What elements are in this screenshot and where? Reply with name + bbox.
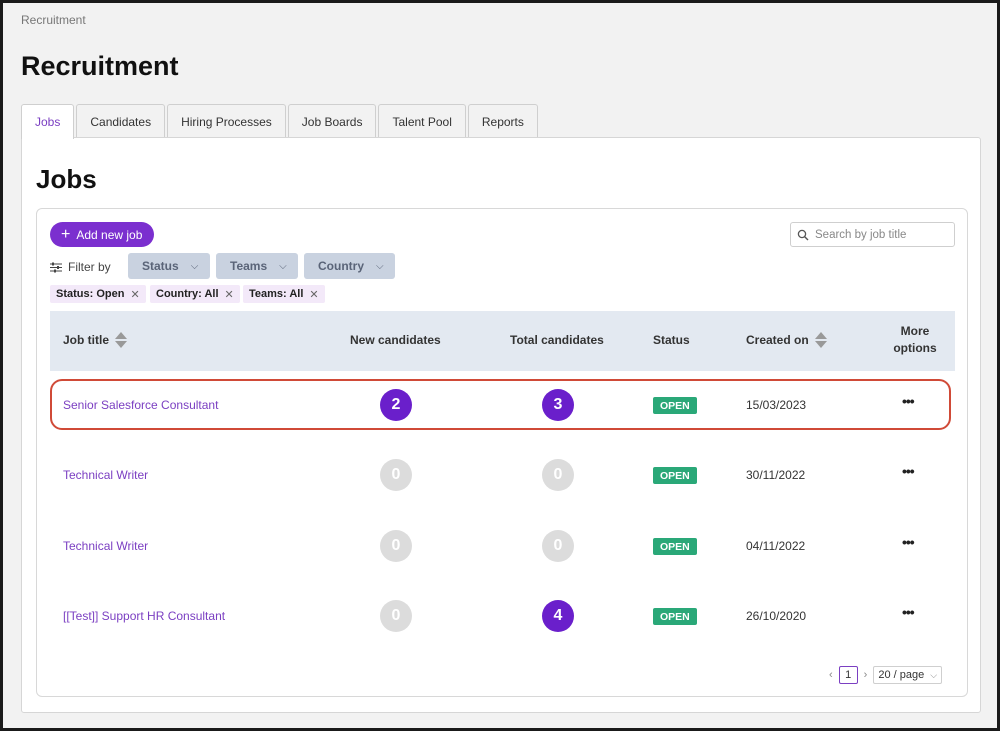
filter-chip-country: Country: All ✕	[150, 285, 240, 303]
th-status: Status	[653, 333, 690, 347]
chevron-down-icon: ⌵	[190, 260, 199, 272]
country-dropdown-label: Country	[318, 259, 364, 273]
status-badge: OPEN	[653, 397, 697, 414]
chevron-down-icon: ⌵	[930, 669, 938, 680]
job-title-link[interactable]: [[Test]] Support HR Consultant	[63, 609, 225, 623]
tab-reports[interactable]: Reports	[467, 104, 538, 138]
new-candidates-count[interactable]: 2	[380, 389, 412, 421]
page-size-select[interactable]: 20 / page ⌵	[873, 666, 943, 684]
tab-bar: Jobs Candidates Hiring Processes Job Boa…	[21, 104, 540, 139]
th-created-on[interactable]: Created on	[746, 332, 827, 348]
chip-label: Status: Open	[56, 288, 125, 300]
th-more-label: More	[900, 324, 930, 338]
more-options-icon[interactable]: •••	[902, 463, 915, 479]
more-options-icon[interactable]: •••	[902, 604, 915, 620]
sort-icon[interactable]	[115, 332, 128, 348]
status-dropdown-label: Status	[142, 259, 179, 273]
close-icon[interactable]: ✕	[130, 288, 139, 301]
tab-talent-pool[interactable]: Talent Pool	[378, 104, 466, 138]
teams-dropdown[interactable]: Teams ⌵	[216, 253, 298, 279]
status-badge: OPEN	[653, 467, 697, 484]
total-candidates-count[interactable]: 4	[542, 600, 574, 632]
chevron-right-icon[interactable]: ›	[864, 669, 868, 681]
chip-label: Teams: All	[249, 288, 304, 300]
close-icon[interactable]: ✕	[225, 288, 234, 301]
status-badge: OPEN	[653, 608, 697, 625]
app-window: Recruitment Recruitment Jobs Candidates …	[3, 3, 997, 728]
tab-job-boards[interactable]: Job Boards	[287, 104, 377, 138]
job-title-link[interactable]: Technical Writer	[63, 539, 148, 553]
page-title: Recruitment	[21, 51, 179, 81]
th-job-title-label: Job title	[63, 333, 110, 347]
total-candidates-count: 0	[542, 459, 574, 491]
th-created-on-label: Created on	[746, 333, 809, 347]
filter-by: Filter by	[50, 260, 111, 274]
filter-chip-status: Status: Open ✕	[50, 285, 146, 303]
tab-candidates[interactable]: Candidates	[76, 104, 166, 138]
status-dropdown[interactable]: Status ⌵	[128, 253, 210, 279]
chevron-left-icon[interactable]: ‹	[829, 669, 833, 681]
th-more-options: More options	[885, 324, 945, 355]
table-row: Senior Salesforce Consultant 2 3 OPEN 15…	[50, 380, 955, 430]
th-total-candidates: Total candidates	[510, 333, 604, 347]
close-icon[interactable]: ✕	[309, 288, 318, 301]
country-dropdown[interactable]: Country ⌵	[304, 253, 395, 279]
job-title-link[interactable]: Technical Writer	[63, 468, 148, 482]
total-candidates-count: 0	[542, 530, 574, 562]
teams-dropdown-label: Teams	[230, 259, 268, 273]
more-options-icon[interactable]: •••	[902, 534, 915, 550]
created-on: 15/03/2023	[746, 398, 807, 412]
plus-icon: +	[61, 225, 71, 243]
search-icon	[797, 229, 809, 240]
filter-chip-teams: Teams: All ✕	[243, 285, 325, 303]
th-new-candidates: New candidates	[350, 333, 441, 347]
table-header: Job title New candidates Total candidate…	[50, 311, 955, 371]
table-row: Technical Writer 0 0 OPEN 30/11/2022 •••	[50, 450, 955, 500]
sort-icon[interactable]	[814, 332, 827, 348]
section-title: Jobs	[36, 164, 97, 194]
sliders-icon	[50, 262, 62, 272]
search-input[interactable]	[815, 228, 945, 241]
filter-by-label: Filter by	[68, 260, 111, 274]
jobs-panel: Jobs + Add new job Search by job title F…	[21, 137, 981, 713]
page-size-label: 20 / page	[878, 669, 925, 681]
table-row: Technical Writer 0 0 OPEN 04/11/2022 •••	[50, 521, 955, 571]
created-on: 30/11/2022	[746, 468, 806, 482]
search-box[interactable]	[790, 222, 955, 247]
breadcrumb[interactable]: Recruitment	[21, 13, 86, 27]
new-candidates-count: 0	[380, 459, 412, 491]
total-candidates-count[interactable]: 3	[542, 389, 574, 421]
job-title-link[interactable]: Senior Salesforce Consultant	[63, 398, 218, 412]
new-candidates-count: 0	[380, 530, 412, 562]
created-on: 26/10/2020	[746, 609, 807, 623]
add-new-job-button[interactable]: + Add new job	[50, 222, 155, 247]
jobs-card: + Add new job Filter	[36, 208, 968, 697]
tab-hiring-processes[interactable]: Hiring Processes	[167, 104, 286, 138]
more-options-icon[interactable]: •••	[902, 393, 915, 409]
table-row: [[Test]] Support HR Consultant 0 4 OPEN …	[50, 591, 955, 641]
pagination: ‹ 1 › 20 / page ⌵	[829, 666, 943, 684]
created-on: 04/11/2022	[746, 539, 806, 553]
th-options-label: options	[893, 341, 937, 355]
page-number[interactable]: 1	[838, 666, 858, 684]
add-new-job-label: Add new job	[76, 227, 143, 242]
new-candidates-count: 0	[380, 600, 412, 632]
chip-label: Country: All	[156, 288, 219, 300]
th-job-title[interactable]: Job title	[63, 332, 128, 348]
chevron-down-icon: ⌵	[279, 260, 287, 272]
tab-jobs[interactable]: Jobs	[21, 104, 75, 139]
status-badge: OPEN	[653, 538, 697, 555]
chevron-down-icon: ⌵	[376, 260, 384, 272]
